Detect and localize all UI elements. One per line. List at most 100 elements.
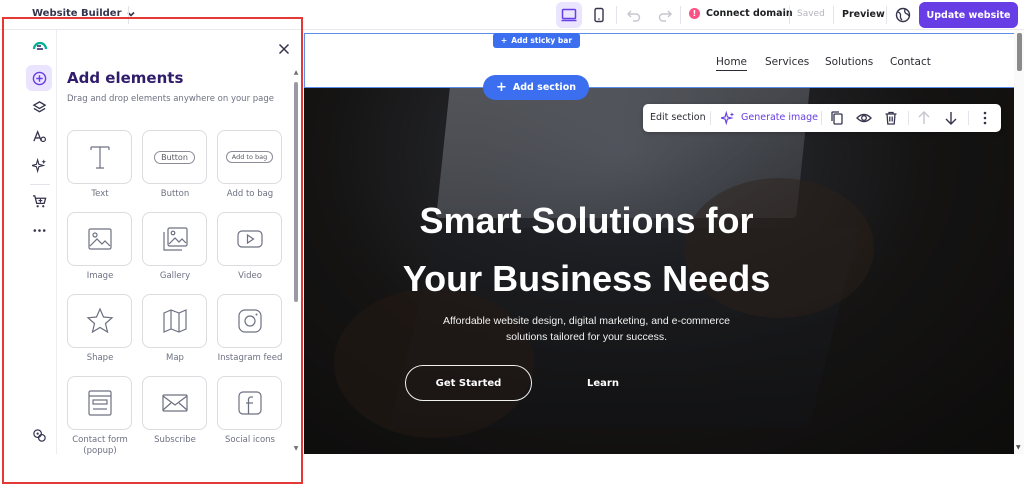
edit-section-button[interactable]: Edit section [650,112,706,123]
add-sticky-bar-button[interactable]: + Add sticky bar [493,33,580,48]
arrow-up-icon[interactable] [916,110,932,126]
add-section-button[interactable]: + Add section [483,75,589,100]
close-icon[interactable] [277,42,291,56]
eye-icon[interactable] [856,110,872,126]
element-gallery[interactable] [142,212,207,266]
element-instagram-feed[interactable] [217,294,282,348]
divider [616,6,617,24]
website-builder-window: Website Builder ! Connect domain Saved P… [0,0,1024,485]
store-button[interactable] [26,188,52,214]
element-image[interactable] [67,212,132,266]
get-started-button[interactable]: Get Started [405,365,532,401]
element-label: Gallery [159,271,191,281]
layers-button[interactable] [26,94,52,120]
site-header[interactable]: Home Services Solutions Contact [304,33,1015,88]
gallery-icon [162,227,188,251]
builder-logo-icon [32,41,48,50]
styles-button[interactable] [26,123,52,149]
image-icon [87,228,112,250]
envelope-icon [161,394,188,412]
mobile-view-button[interactable] [586,2,612,28]
element-label: Video [238,271,262,281]
desktop-icon [561,8,577,22]
instagram-icon [237,309,262,333]
nav-home[interactable]: Home [716,56,748,71]
nav-contact[interactable]: Contact [890,56,931,68]
panel-scrollbar[interactable]: ▲ ▼ [293,70,299,454]
divider [886,6,887,24]
connect-domain-label: Connect domain [706,8,793,19]
update-website-button[interactable]: Update website [919,2,1018,28]
trash-icon[interactable] [883,110,899,126]
undo-icon[interactable] [626,7,642,23]
desktop-view-button[interactable] [556,2,582,28]
scroll-up-icon[interactable]: ▲ [293,70,299,76]
divider [908,111,909,125]
element-subscribe[interactable] [142,376,207,430]
nav-services[interactable]: Services [765,56,809,68]
element-label: Button [160,189,190,199]
arrow-down-icon[interactable] [943,110,959,126]
hero-title-line: Smart Solutions for [419,200,754,241]
element-text[interactable] [67,130,132,184]
element-label: Add to bag [226,189,274,199]
element-shape[interactable] [67,294,132,348]
element-label: Instagram feed [217,353,283,363]
element-video[interactable] [217,212,282,266]
scroll-thumb[interactable] [1017,33,1022,71]
layers-icon [32,100,46,112]
element-map[interactable] [142,294,207,348]
map-icon [162,309,187,333]
divider [789,6,790,24]
learn-button[interactable]: Learn [548,365,658,401]
scroll-down-icon[interactable]: ▼ [1016,444,1021,451]
scroll-thumb[interactable] [294,82,298,302]
element-contact-form[interactable] [67,376,132,430]
more-button[interactable] [26,217,52,243]
more-vertical-icon[interactable] [977,110,993,126]
add-to-bag-preview: Add to bag [225,151,274,163]
element-label: Social icons [225,435,275,445]
element-label: Subscribe [154,435,196,445]
generate-image-button[interactable]: Generate image [741,112,818,123]
mobile-icon [594,7,604,23]
redo-icon[interactable] [657,7,673,23]
canvas-scrollbar[interactable]: ▼ [1014,30,1024,454]
divider [968,111,969,125]
add-elements-button[interactable] [26,65,52,91]
element-add-to-bag[interactable]: Add to bag [217,130,282,184]
globe-icon[interactable] [895,7,911,23]
plus-icon: + [500,36,508,45]
divider [710,111,711,125]
preview-button[interactable]: Preview [842,9,885,20]
hero-section[interactable]: Smart Solutions for Your Business Needs … [304,88,1015,454]
nav-solutions[interactable]: Solutions [825,56,873,68]
integrations-button[interactable] [26,422,52,448]
element-social-icons[interactable] [217,376,282,430]
element-label: Contact form (popup) [72,435,128,456]
divider [680,6,681,24]
divider [128,6,129,24]
add-elements-icon [32,71,46,85]
contact-form-icon [87,390,112,416]
hero-subtitle-line: solutions tailored for your success. [505,331,668,343]
element-label: Text [91,189,109,199]
scroll-down-icon[interactable]: ▼ [293,446,299,452]
element-label: Shape [86,353,114,363]
duplicate-icon[interactable] [829,110,845,126]
hero-subtitle[interactable]: Affordable website design, digital marke… [304,313,869,345]
hero-title[interactable]: Smart Solutions for Your Business Needs [304,192,869,308]
element-label: Image [86,271,114,281]
element-button[interactable]: Button [142,130,207,184]
builder-title-menu[interactable]: Website Builder [32,8,136,19]
sparkle-icon [721,111,735,125]
connect-domain-button[interactable]: ! Connect domain [689,8,793,19]
text-icon [89,146,110,169]
divider [30,184,50,185]
ai-tools-button[interactable] [26,152,52,178]
ai-tools-icon [31,157,46,173]
website-canvas: Home Services Solutions Contact + Add st… [304,30,1015,454]
divider [833,6,834,24]
element-label: Map [166,353,184,363]
top-bar: Website Builder ! Connect domain Saved P… [0,0,1024,30]
